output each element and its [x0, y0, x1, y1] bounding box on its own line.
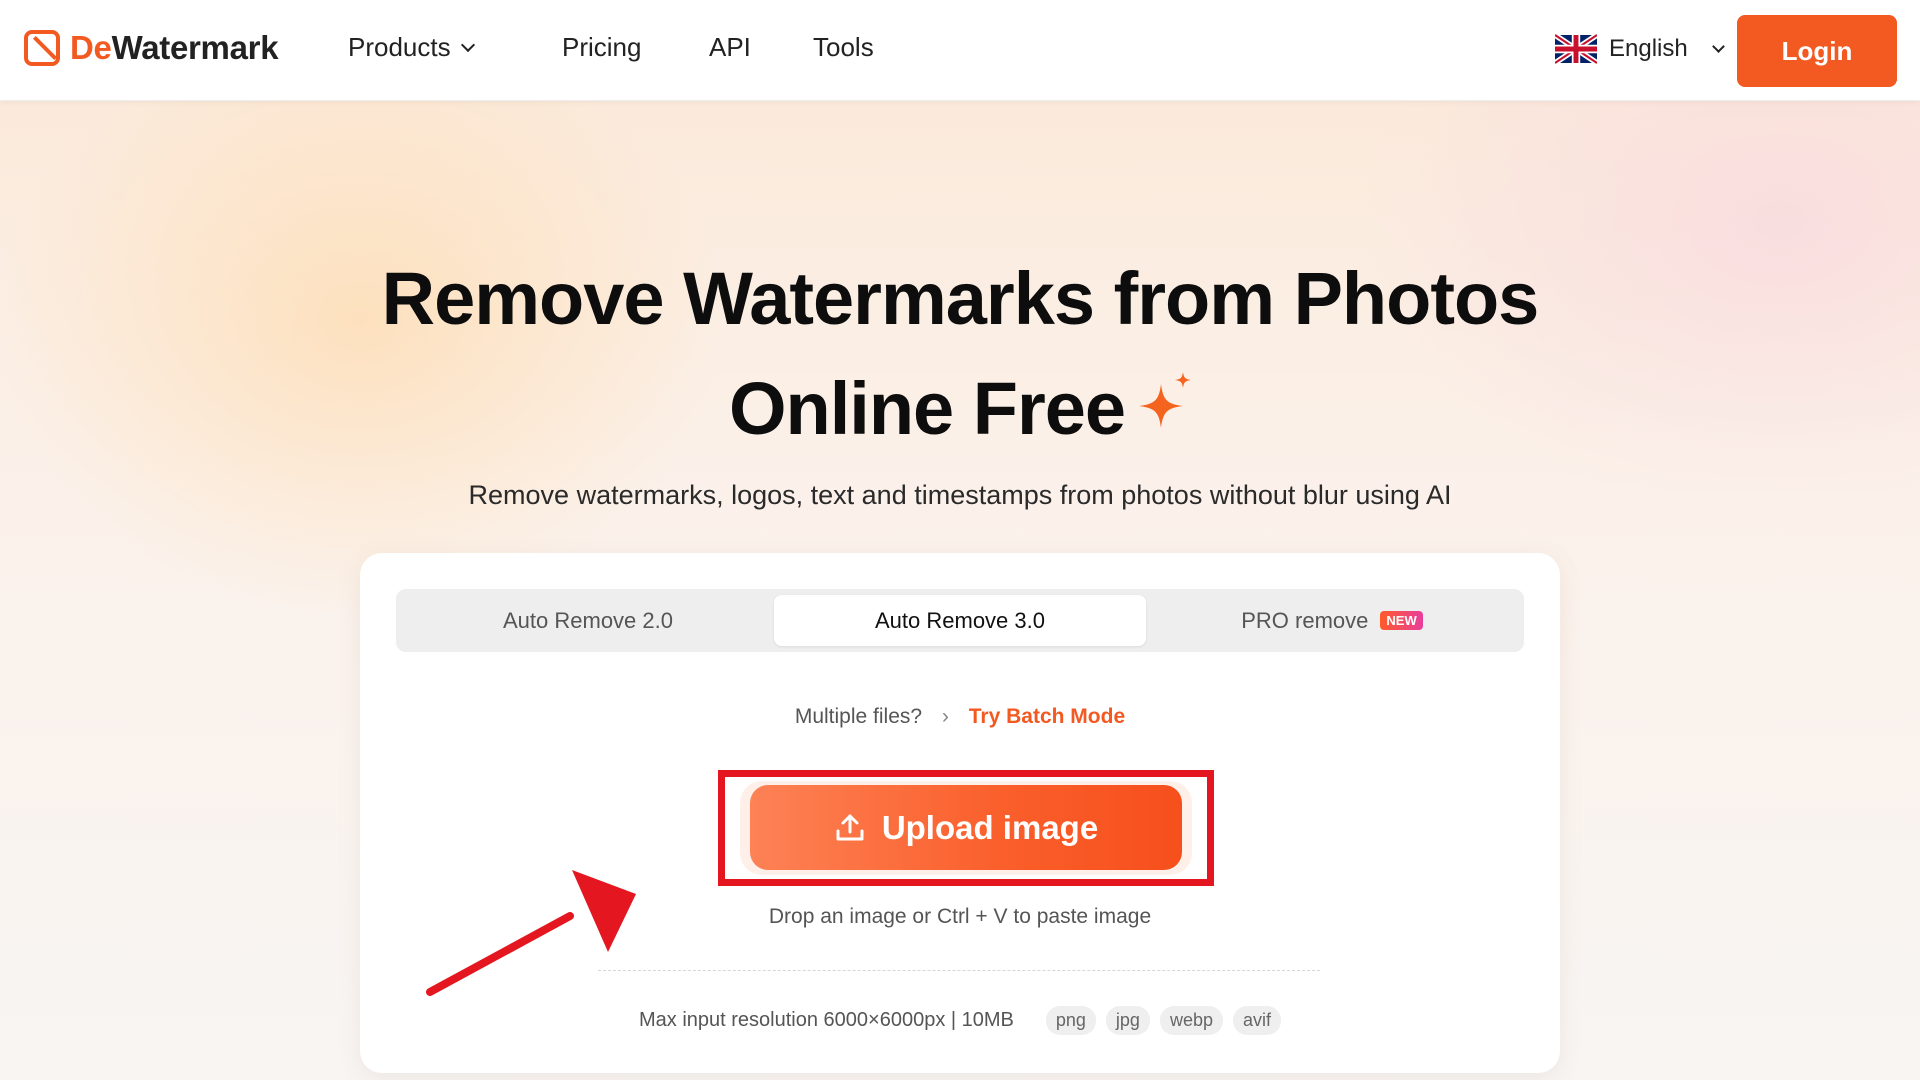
tab-pro-remove-label: PRO remove [1241, 607, 1369, 633]
tab-auto-remove-2-label: Auto Remove 2.0 [503, 607, 673, 633]
format-badge-png: png [1045, 1006, 1096, 1035]
tab-auto-remove-3-label: Auto Remove 3.0 [875, 607, 1045, 633]
page-title: Remove Watermarks from Photos Online Fre… [0, 244, 1920, 464]
annotation-highlight-box [718, 770, 1214, 886]
page-subtitle: Remove watermarks, logos, text and times… [468, 480, 1452, 510]
chevron-right-icon: › [941, 705, 949, 728]
page-title-line2: Online Free [728, 367, 1126, 450]
logo-text-prefix: De [70, 29, 112, 66]
logo-text: DeWatermark [70, 29, 279, 67]
format-badge-jpg: jpg [1105, 1006, 1150, 1035]
sparkle-icon [1139, 372, 1192, 428]
uk-flag-icon [1555, 34, 1597, 64]
divider [598, 970, 1320, 971]
batch-question: Multiple files? [794, 705, 923, 728]
nav-pricing-label: Pricing [562, 32, 642, 62]
dewatermark-logo-icon [24, 30, 60, 66]
batch-mode-link[interactable]: Try Batch Mode [969, 705, 1125, 728]
logo-text-suffix: Watermark [111, 29, 279, 66]
chevron-down-icon [460, 37, 475, 52]
max-resolution-text: Max input resolution 6000×6000px | 10MB [638, 1009, 1014, 1031]
format-badge-avif: avif [1232, 1006, 1281, 1035]
mode-tabs: Auto Remove 2.0 Auto Remove 3.0 PRO remo… [396, 589, 1524, 652]
tab-pro-remove[interactable]: PRO remove NEW [1146, 595, 1518, 646]
page-title-line2-wrap: Online Free [0, 354, 1920, 464]
nav-tools[interactable]: Tools [813, 32, 874, 63]
new-badge: NEW [1380, 611, 1423, 630]
language-selector[interactable]: English [1555, 34, 1725, 64]
chevron-down-icon [1711, 39, 1725, 53]
tab-auto-remove-3[interactable]: Auto Remove 3.0 [774, 595, 1146, 646]
nav-tools-label: Tools [813, 32, 874, 62]
page-title-line1: Remove Watermarks from Photos [381, 257, 1540, 340]
nav-api-label: API [709, 32, 751, 62]
logo[interactable]: DeWatermark [24, 26, 279, 70]
annotation-arrow-icon [426, 870, 636, 996]
batch-mode-row: Multiple files? › Try Batch Mode [360, 705, 1560, 729]
nav-api[interactable]: API [709, 32, 751, 63]
tab-auto-remove-2[interactable]: Auto Remove 2.0 [402, 595, 774, 646]
top-navbar: DeWatermark Products Pricing API Tools E… [0, 0, 1920, 101]
upload-limits: Max input resolution 6000×6000px | 10MB … [360, 1006, 1560, 1035]
language-label: English [1609, 35, 1688, 62]
nav-products-label: Products [348, 32, 451, 62]
login-button[interactable]: Login [1737, 15, 1897, 87]
nav-products[interactable]: Products [348, 32, 475, 63]
nav-pricing[interactable]: Pricing [562, 32, 641, 63]
format-badge-webp: webp [1159, 1006, 1223, 1035]
